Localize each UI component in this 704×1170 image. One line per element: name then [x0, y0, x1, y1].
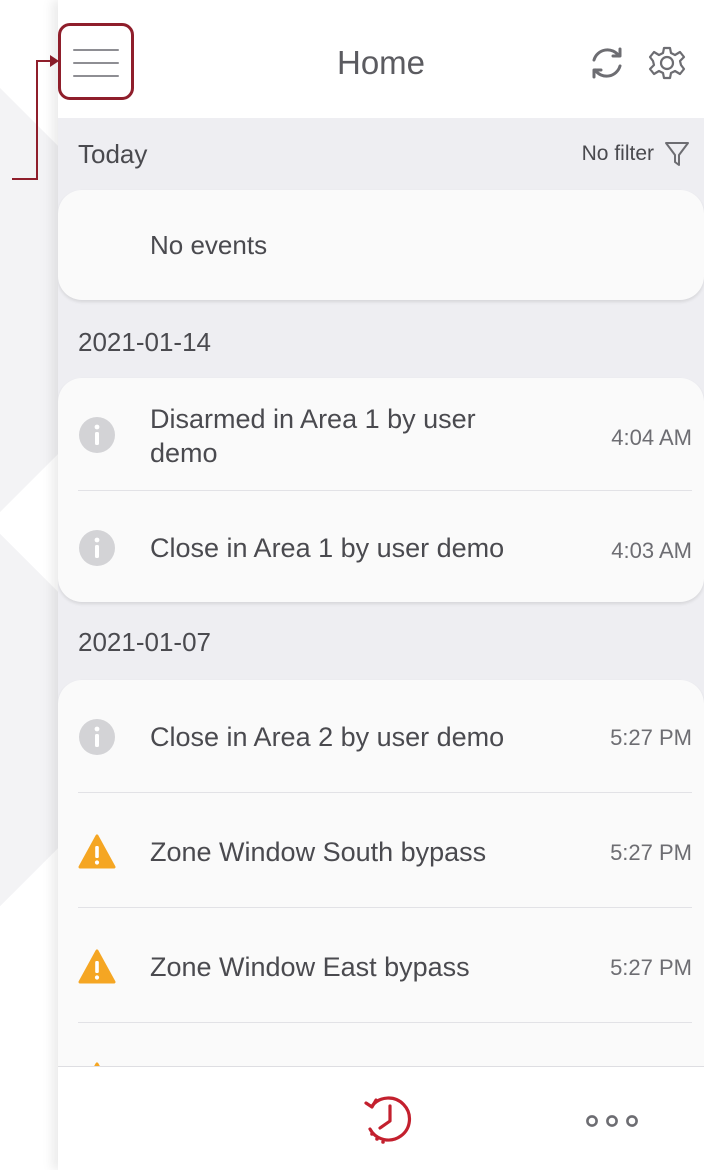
filter-label: No filter [581, 142, 654, 165]
section-header: 2021-01-07 [58, 606, 704, 678]
event-card: Disarmed in Area 1 by user demo 4:04 AM … [58, 378, 704, 602]
event-time: 5:27 PM [610, 955, 692, 980]
event-card: Close in Area 2 by user demo 5:27 PM Zon… [58, 680, 704, 1100]
section-date: 2021-01-14 [78, 327, 211, 357]
info-icon [79, 530, 115, 566]
event-time: 4:04 AM [611, 425, 692, 450]
empty-message: No events [150, 230, 268, 260]
section-date: Today [78, 139, 148, 169]
warning-icon [78, 834, 116, 869]
event-card-today: No events [58, 190, 704, 300]
filter-icon [665, 142, 689, 166]
callout-line [12, 178, 38, 180]
event-text: Zone Window South bypass [150, 837, 487, 867]
event-row[interactable]: Close in Area 2 by user demo 5:27 PM [58, 680, 704, 793]
info-icon [79, 417, 115, 453]
info-icon [79, 719, 115, 755]
event-time: 5:27 PM [610, 840, 692, 865]
event-text: Close in Area 1 by user demo [150, 533, 505, 563]
refresh-icon[interactable] [586, 42, 628, 84]
header-bar: Home [58, 0, 704, 118]
event-row[interactable]: Disarmed in Area 1 by user demo 4:04 AM [58, 378, 704, 491]
event-text: Zone Window East bypass [150, 952, 470, 982]
event-row[interactable]: Zone Window South bypass 5:27 PM [58, 793, 704, 908]
event-text: Disarmed in Area 1 by user demo [150, 404, 476, 468]
history-icon[interactable] [358, 1089, 418, 1149]
tab-bar [58, 1066, 704, 1170]
section-date: 2021-01-07 [78, 627, 211, 657]
event-text: Close in Area 2 by user demo [150, 722, 505, 752]
section-header: 2021-01-14 [58, 306, 704, 378]
event-row[interactable]: Zone Window East bypass 5:27 PM [58, 908, 704, 1023]
event-row[interactable]: Close in Area 1 by user demo 4:03 AM [58, 491, 704, 602]
gear-icon[interactable] [646, 42, 688, 84]
callout-line [36, 60, 38, 180]
event-time: 5:27 PM [610, 725, 692, 750]
filter-button[interactable]: No filter [582, 138, 690, 170]
screen: Home Today No filter No events 2021-01-1… [0, 0, 704, 1170]
event-time: 4:03 AM [611, 538, 692, 563]
warning-icon [78, 949, 116, 984]
section-header-today: Today No filter [58, 118, 704, 190]
app-window: Home Today No filter No events 2021-01-1… [58, 0, 704, 1170]
more-icon[interactable] [582, 1111, 642, 1131]
